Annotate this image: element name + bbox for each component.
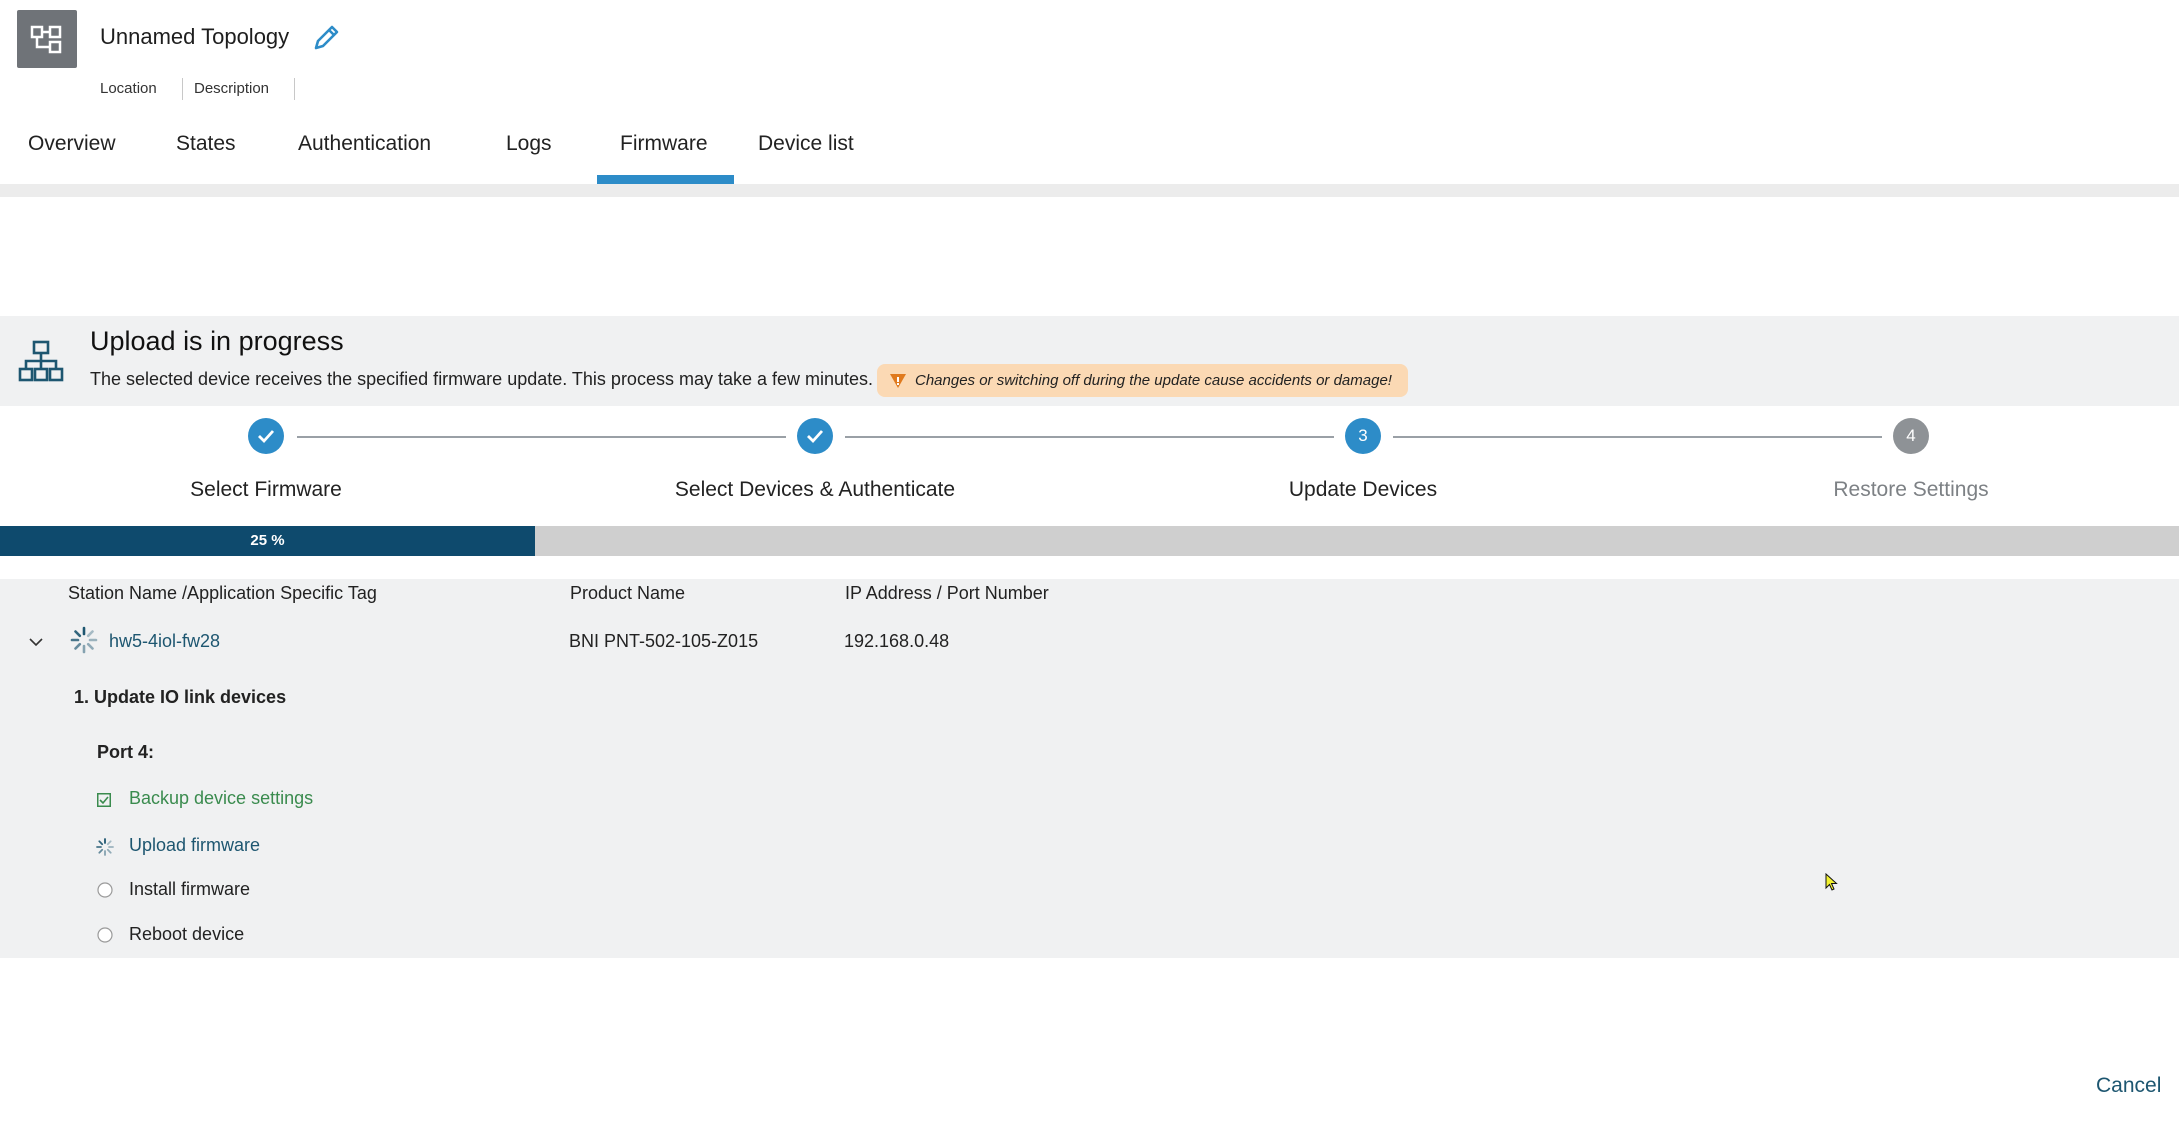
step-1-check-icon — [248, 418, 284, 454]
tab-device-list[interactable]: Device list — [758, 132, 854, 156]
cancel-button[interactable]: Cancel — [2096, 1074, 2161, 1098]
step-3-label: Update Devices — [1288, 478, 1438, 501]
location-label[interactable]: Location — [100, 80, 157, 97]
edit-pencil-icon[interactable] — [310, 22, 342, 54]
ip-address: 192.168.0.48 — [844, 631, 950, 651]
spinner-icon — [96, 838, 114, 856]
step-4-number: 4 — [1893, 418, 1929, 454]
column-header-product[interactable]: Product Name — [570, 583, 685, 604]
stepper-connector — [297, 436, 786, 438]
stepper-connector — [1393, 436, 1882, 438]
description-label[interactable]: Description — [194, 80, 269, 97]
tab-overview[interactable]: Overview — [28, 132, 116, 156]
task-reboot: Reboot device — [129, 924, 245, 944]
stepper-connector — [845, 436, 1334, 438]
network-icon — [17, 340, 65, 384]
divider — [182, 78, 183, 100]
warning-icon — [889, 373, 907, 389]
progress-label: 25 % — [250, 532, 285, 549]
station-name-link[interactable]: hw5-4iol-fw28 — [109, 631, 220, 652]
banner-description: The selected device receives the specifi… — [90, 369, 874, 389]
task-backup: Backup device settings — [129, 788, 314, 808]
column-header-ip[interactable]: IP Address / Port Number — [845, 583, 1049, 604]
step-2-label: Select Devices & Authenticate — [674, 478, 956, 501]
task-upload: Upload firmware — [129, 835, 261, 855]
active-tab-indicator — [597, 175, 734, 184]
header-divider — [0, 184, 2179, 197]
topology-icon — [17, 10, 77, 68]
tab-firmware[interactable]: Firmware — [620, 132, 708, 156]
spinner-icon — [70, 626, 98, 654]
warning-badge: Changes or switching off during the upda… — [877, 364, 1408, 397]
task-group-title: 1. Update IO link devices — [74, 687, 287, 707]
chevron-down-icon[interactable] — [28, 634, 44, 650]
checkbox-checked-icon — [97, 793, 111, 807]
task-install: Install firmware — [129, 879, 251, 899]
radio-empty-icon — [97, 882, 113, 898]
radio-empty-icon — [97, 927, 113, 943]
column-header-station[interactable]: Station Name /Application Specific Tag — [68, 583, 377, 604]
divider — [294, 78, 295, 100]
step-1-label: Select Firmware — [190, 478, 342, 501]
banner-title: Upload is in progress — [90, 326, 344, 356]
warning-text: Changes or switching off during the upda… — [915, 372, 1392, 389]
step-4-label: Restore Settings — [1833, 478, 1989, 501]
mouse-cursor-icon — [1825, 872, 1839, 893]
tab-authentication[interactable]: Authentication — [298, 132, 431, 156]
step-2-check-icon — [797, 418, 833, 454]
tab-logs[interactable]: Logs — [506, 132, 552, 156]
port-label: Port 4: — [97, 742, 155, 762]
page-title: Unnamed Topology — [100, 24, 290, 49]
step-3-number: 3 — [1345, 418, 1381, 454]
device-table — [0, 579, 2179, 958]
tab-states[interactable]: States — [176, 132, 236, 156]
product-name: BNI PNT-502-105-Z015 — [569, 631, 759, 651]
